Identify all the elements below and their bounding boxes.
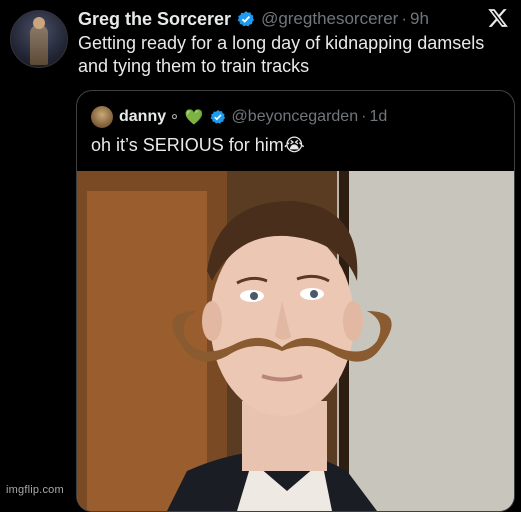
quoted-author-emojis: ⚬ 💚	[168, 109, 204, 126]
avatar[interactable]	[10, 10, 68, 68]
quoted-tweet-card[interactable]: danny ⚬ 💚 @beyoncegarden · 1d oh it’s SE…	[76, 90, 515, 512]
quoted-tweet-text: oh it’s SERIOUS for him😭	[91, 135, 305, 155]
separator-dot: ·	[361, 108, 367, 125]
tweet-text: Getting ready for a long day of kidnappi…	[78, 33, 485, 76]
mustache-man-photo	[77, 171, 514, 511]
quoted-author-handle[interactable]: @beyoncegarden	[232, 108, 359, 126]
quoted-photo[interactable]	[77, 171, 514, 511]
author-name[interactable]: Greg the Sorcerer	[78, 9, 231, 30]
x-logo-icon[interactable]	[487, 7, 509, 29]
quoted-author-name[interactable]: danny	[119, 108, 166, 126]
author-handle[interactable]: @gregthesorcerer	[261, 9, 398, 29]
verified-badge-icon	[237, 10, 255, 28]
tweet-header: Greg the Sorcerer @gregthesorcerer · 9h	[78, 6, 487, 32]
quoted-tweet-header: danny ⚬ 💚 @beyoncegarden · 1d	[91, 106, 387, 128]
verified-badge-icon	[210, 109, 226, 125]
quoted-avatar[interactable]	[91, 106, 113, 128]
separator-dot: ·	[401, 9, 407, 28]
sorcerer-figure	[30, 17, 48, 65]
watermark: imgflip.com	[6, 484, 64, 496]
timestamp[interactable]: 9h	[410, 9, 429, 29]
quoted-timestamp[interactable]: 1d	[369, 108, 387, 126]
